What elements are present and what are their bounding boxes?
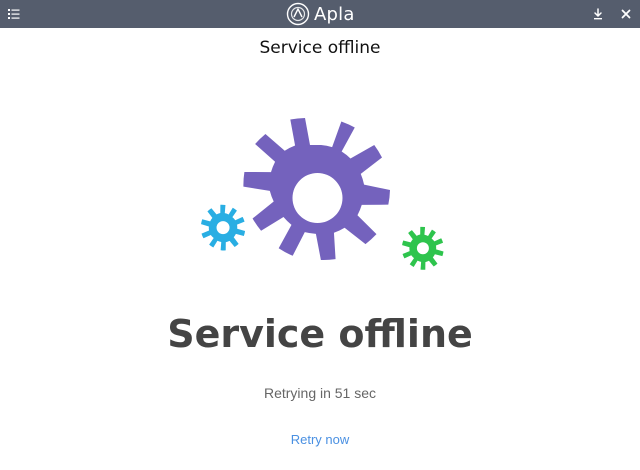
close-icon[interactable] [612, 0, 640, 28]
status-headline: Service offline [167, 312, 473, 356]
small-gear-right-icon [402, 226, 444, 270]
list-icon[interactable] [0, 0, 28, 28]
apla-logo-icon [286, 2, 310, 26]
brand-name: Apla [314, 3, 355, 25]
small-gear-left-icon [201, 204, 246, 251]
download-icon[interactable] [584, 0, 612, 28]
retry-countdown: Retrying in 51 sec [263, 385, 377, 401]
page-title: Service offline [259, 38, 381, 58]
gears-illustration [201, 118, 444, 270]
large-gear-icon [243, 118, 390, 261]
retry-now-link[interactable]: Retry now [270, 432, 370, 447]
title-bar: Apla [0, 0, 640, 28]
brand: Apla [286, 2, 355, 26]
